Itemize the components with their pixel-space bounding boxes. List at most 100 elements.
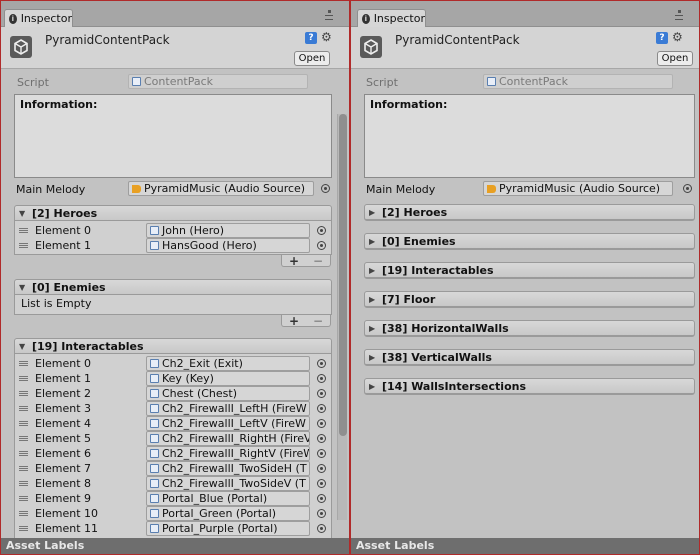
object-picker-icon[interactable] (317, 374, 326, 383)
object-picker-icon[interactable] (317, 404, 326, 413)
element-field[interactable]: Chest (Chest) (146, 386, 310, 401)
element-field[interactable]: HansGood (Hero) (146, 238, 310, 253)
tab-menu-icon[interactable] (323, 10, 335, 22)
object-picker-icon[interactable] (317, 241, 326, 250)
list-item: Element 0 Ch2_Exit (Exit) (15, 356, 331, 371)
drag-handle-icon[interactable] (19, 243, 28, 248)
drag-handle-icon[interactable] (19, 466, 28, 471)
element-field[interactable]: Ch2_FirewallI_RightH (FireV (146, 431, 310, 446)
vertical-scrollbar[interactable] (337, 114, 347, 520)
open-button[interactable]: Open (657, 51, 693, 66)
add-element-button[interactable]: + (289, 254, 299, 268)
section-collapsed[interactable]: ▶ [38] VerticalWalls (364, 349, 695, 366)
help-book-icon[interactable]: ? (656, 32, 668, 44)
heroes-list: Element 0 John (Hero) Element 1 HansGood… (14, 221, 332, 255)
gear-icon[interactable]: ⚙ (321, 30, 332, 44)
object-picker-icon[interactable] (683, 184, 692, 193)
script-icon (150, 464, 159, 473)
list-item: Element 7 Ch2_FirewallI_TwoSideH (T (15, 461, 331, 476)
script-icon (487, 77, 496, 86)
object-picker-icon[interactable] (317, 509, 326, 518)
element-field[interactable]: Ch2_FirewallI_TwoSideH (T (146, 461, 310, 476)
object-picker-icon[interactable] (317, 389, 326, 398)
add-element-button[interactable]: + (289, 314, 299, 328)
object-picker-icon[interactable] (317, 494, 326, 503)
object-picker-icon[interactable] (321, 184, 330, 193)
main-melody-field[interactable]: PyramidMusic (Audio Source) (128, 181, 314, 196)
element-field[interactable]: Portal_Purple (Portal) (146, 521, 310, 536)
section-enemies[interactable]: ▼ [0] Enemies (14, 279, 332, 295)
section-title: [38] VerticalWalls (382, 350, 492, 364)
element-field[interactable]: Ch2_FirewallI_LeftH (FireW (146, 401, 310, 416)
drag-handle-icon[interactable] (19, 451, 28, 456)
asset-labels-bar[interactable]: Asset Labels (1, 538, 349, 554)
caret-right-icon: ▶ (369, 352, 376, 362)
information-textarea[interactable]: Information: (14, 94, 332, 178)
tab-inspector[interactable]: i Inspector (4, 9, 73, 27)
section-heroes[interactable]: ▼ [2] Heroes (14, 205, 332, 221)
element-field[interactable]: Ch2_FirewallI_LeftV (FireW (146, 416, 310, 431)
help-book-icon[interactable]: ? (305, 32, 317, 44)
script-icon (132, 77, 141, 86)
drag-handle-icon[interactable] (19, 391, 28, 396)
object-picker-icon[interactable] (317, 419, 326, 428)
object-picker-icon[interactable] (317, 226, 326, 235)
main-melody-label: Main Melody (16, 183, 86, 196)
element-label: Element 1 (35, 372, 92, 385)
section-title: [19] Interactables (32, 339, 144, 353)
drag-handle-icon[interactable] (19, 511, 28, 516)
element-field[interactable]: John (Hero) (146, 223, 310, 238)
asset-labels-bar[interactable]: Asset Labels (351, 538, 699, 554)
tab-menu-icon[interactable] (673, 10, 685, 22)
script-icon (150, 404, 159, 413)
scrollbar-thumb[interactable] (339, 114, 347, 436)
object-picker-icon[interactable] (317, 479, 326, 488)
object-picker-icon[interactable] (317, 464, 326, 473)
drag-handle-icon[interactable] (19, 436, 28, 441)
drag-handle-icon[interactable] (19, 421, 28, 426)
drag-handle-icon[interactable] (19, 496, 28, 501)
object-picker-icon[interactable] (317, 434, 326, 443)
section-collapsed[interactable]: ▶ [38] HorizontalWalls (364, 320, 695, 337)
script-icon (150, 389, 159, 398)
element-field[interactable]: Portal_Blue (Portal) (146, 491, 310, 506)
section-interactables[interactable]: ▼ [19] Interactables (14, 338, 332, 354)
object-picker-icon[interactable] (317, 449, 326, 458)
section-collapsed[interactable]: ▶ [2] Heroes (364, 204, 695, 221)
main-melody-field[interactable]: PyramidMusic (Audio Source) (483, 181, 673, 196)
drag-handle-icon[interactable] (19, 228, 28, 233)
main-melody-value: PyramidMusic (Audio Source) (144, 182, 306, 195)
drag-handle-icon[interactable] (19, 406, 28, 411)
remove-element-button[interactable]: − (313, 254, 323, 268)
object-picker-icon[interactable] (317, 359, 326, 368)
information-textarea[interactable]: Information: (364, 94, 695, 178)
script-field: ContentPack (128, 74, 308, 89)
main-melody-value: PyramidMusic (Audio Source) (499, 182, 661, 195)
element-label: Element 9 (35, 492, 92, 505)
script-icon (150, 374, 159, 383)
section-collapsed[interactable]: ▶ [0] Enemies (364, 233, 695, 250)
drag-handle-icon[interactable] (19, 376, 28, 381)
open-button[interactable]: Open (294, 51, 330, 66)
section-collapsed[interactable]: ▶ [14] WallsIntersections (364, 378, 695, 395)
inspector-content: Script ContentPack Information: Main Mel… (1, 70, 349, 538)
section-collapsed[interactable]: ▶ [7] Floor (364, 291, 695, 308)
object-picker-icon[interactable] (317, 524, 326, 533)
drag-handle-icon[interactable] (19, 481, 28, 486)
tab-inspector[interactable]: i Inspector (357, 9, 426, 27)
element-field[interactable]: Ch2_Exit (Exit) (146, 356, 310, 371)
drag-handle-icon[interactable] (19, 526, 28, 531)
drag-handle-icon[interactable] (19, 361, 28, 366)
element-value: Ch2_FirewallI_RightH (FireV (162, 432, 310, 445)
gear-icon[interactable]: ⚙ (672, 30, 683, 44)
tab-label: Inspector (373, 12, 425, 25)
remove-element-button[interactable]: − (313, 314, 323, 328)
caret-right-icon: ▶ (369, 207, 376, 217)
script-icon (150, 226, 159, 235)
inspector-panel-right: i Inspector PyramidContentPack ? ⚙ Open … (350, 0, 700, 555)
section-collapsed[interactable]: ▶ [19] Interactables (364, 262, 695, 279)
element-field[interactable]: Ch2_FirewallI_RightV (FireW (146, 446, 310, 461)
element-field[interactable]: Ch2_FirewallI_TwoSideV (T (146, 476, 310, 491)
element-field[interactable]: Portal_Green (Portal) (146, 506, 310, 521)
element-field[interactable]: Key (Key) (146, 371, 310, 386)
